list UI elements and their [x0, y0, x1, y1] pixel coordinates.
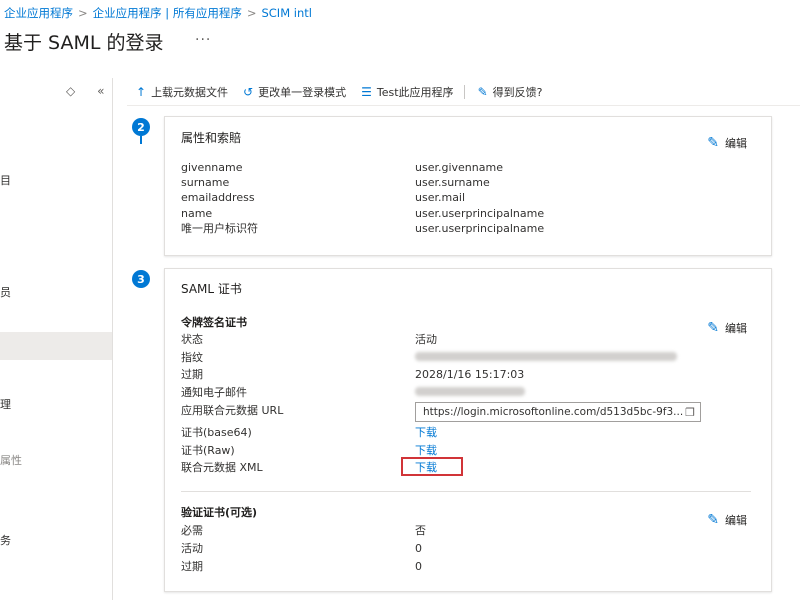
attribute-value: user.surname — [415, 175, 490, 189]
step-badge-2: 2 — [132, 118, 150, 136]
feedback-icon: ✎ — [477, 84, 488, 99]
change-sso-mode-button[interactable]: ↺ 更改单一登录模式 — [243, 84, 346, 100]
cert-expiry-row: 过期 2028/1/16 15:17:03 — [181, 366, 741, 382]
verify-cert-title: 验证证书(可选) — [181, 506, 258, 519]
breadcrumb-separator: > — [78, 6, 88, 20]
cert-thumbprint-row: 指纹 — [181, 349, 741, 365]
sidebar-divider — [112, 78, 113, 600]
attribute-name: emailaddress — [181, 190, 255, 204]
sidebar-collapse-icon[interactable]: « — [97, 84, 104, 98]
metadata-url-value: https://login.microsoftonline.com/d513d5… — [423, 406, 684, 418]
notify-email-redacted — [415, 386, 525, 399]
test-app-label: Test此应用程序 — [376, 85, 454, 99]
attribute-row: name user.userprincipalname — [181, 205, 741, 221]
verify-required-row: 必需 否 — [181, 522, 741, 538]
breadcrumb-app[interactable]: SCIM intl — [261, 6, 312, 20]
cert-raw-download-link[interactable]: 下载 — [415, 442, 437, 458]
highlight-box — [401, 457, 463, 476]
cert-expiry-label: 过期 — [181, 368, 203, 381]
verify-active-value: 0 — [415, 541, 422, 555]
step-connector — [140, 136, 142, 144]
edit-icon: ✎ — [707, 135, 719, 151]
attribute-row: givenname user.givenname — [181, 159, 741, 175]
notify-email-row: 通知电子邮件 — [181, 384, 741, 400]
verify-expired-value: 0 — [415, 559, 422, 573]
cert-raw-label: 证书(Raw) — [181, 444, 235, 457]
attribute-row: emailaddress user.mail — [181, 189, 741, 205]
metadata-url-field[interactable]: https://login.microsoftonline.com/d513d5… — [415, 402, 701, 422]
attribute-value: user.givenname — [415, 160, 503, 174]
signing-cert-title: 令牌签名证书 — [181, 316, 247, 329]
step-badge-3: 3 — [132, 270, 150, 288]
sidebar-item-3[interactable]: 属性 — [0, 452, 22, 468]
cert-status-label: 状态 — [181, 333, 203, 346]
section-divider — [181, 491, 751, 492]
verify-required-value: 否 — [415, 524, 426, 537]
upload-metadata-label: 上载元数据文件 — [151, 85, 229, 99]
attribute-value: user.userprincipalname — [415, 206, 545, 220]
verify-expired-row: 过期 0 — [181, 558, 741, 574]
attributes-claims-card: 属性和索賠 ✎ 编辑 givenname user.givenname surn… — [164, 116, 772, 256]
toolbar-divider — [463, 84, 465, 99]
sidebar-item-1[interactable]: 员 — [0, 284, 11, 300]
verify-expired-label: 过期 — [181, 560, 203, 573]
breadcrumb-enterprise-apps[interactable]: 企业应用程序 — [4, 6, 73, 20]
verify-active-label: 活动 — [181, 542, 203, 555]
feedback-button[interactable]: ✎ 得到反馈? — [478, 84, 543, 100]
metadata-url-label: 应用联合元数据 URL — [181, 404, 284, 417]
cert-raw-row: 证书(Raw) 下载 — [181, 442, 741, 458]
cert-base64-row: 证书(base64) 下载 — [181, 424, 741, 440]
sidebar-controls: ◇ « — [66, 84, 122, 98]
sidebar-item-0[interactable]: 目 — [0, 172, 11, 188]
feedback-label: 得到反馈? — [492, 85, 543, 99]
undo-icon: ↺ — [243, 84, 254, 99]
saml-certificate-title: SAML 证书 — [181, 282, 242, 296]
edit-label: 编辑 — [725, 137, 747, 150]
sidebar-item-selected[interactable] — [0, 332, 112, 360]
attribute-row: 唯一用户标识符 user.userprincipalname — [181, 220, 741, 236]
upload-icon: ↑ — [136, 84, 147, 99]
verify-active-row: 活动 0 — [181, 540, 741, 556]
cert-thumbprint-redacted — [415, 351, 677, 364]
copy-icon[interactable]: ❐ — [685, 406, 695, 419]
upload-metadata-button[interactable]: ↑ 上载元数据文件 — [136, 84, 228, 100]
breadcrumb-separator: > — [246, 6, 257, 20]
cert-thumbprint-label: 指纹 — [181, 351, 203, 364]
change-sso-mode-label: 更改单一登录模式 — [258, 85, 347, 99]
verify-required-label: 必需 — [181, 524, 203, 537]
attributes-edit-button[interactable]: ✎ 编辑 — [707, 135, 747, 151]
list-icon: ☰ — [361, 84, 372, 99]
attribute-name: givenname — [181, 160, 243, 174]
saml-certificate-card: SAML 证书 令牌签名证书 ✎ 编辑 状态 活动 指纹 过期 2028/1/1… — [164, 268, 772, 592]
cert-status-value: 活动 — [415, 333, 437, 346]
attributes-claims-title: 属性和索賠 — [181, 131, 242, 145]
breadcrumb-all-apps[interactable]: 企业应用程序 | 所有应用程序 — [93, 6, 242, 20]
cert-base64-download-link[interactable]: 下载 — [415, 424, 437, 440]
more-options-icon[interactable]: ··· — [195, 32, 211, 48]
attribute-name: surname — [181, 175, 230, 189]
command-toolbar: ↑ 上载元数据文件 ↺ 更改单一登录模式 ☰ Test此应用程序 ✎ 得到反馈? — [127, 78, 800, 106]
sidebar-item-4[interactable]: 务 — [0, 532, 11, 548]
attribute-name: name — [181, 206, 213, 220]
cert-status-row: 状态 活动 — [181, 331, 741, 347]
cert-base64-label: 证书(base64) — [181, 426, 252, 439]
test-app-button[interactable]: ☰ Test此应用程序 — [361, 84, 453, 100]
sidebar-expand-icon[interactable]: ◇ — [66, 84, 75, 98]
attribute-value: user.userprincipalname — [415, 221, 545, 235]
cert-expiry-value: 2028/1/16 15:17:03 — [415, 367, 525, 381]
attribute-value: user.mail — [415, 190, 466, 204]
attribute-row: surname user.surname — [181, 174, 741, 190]
sidebar-item-2[interactable]: 理 — [0, 396, 11, 412]
breadcrumb: 企业应用程序 > 企业应用程序 | 所有应用程序 > SCIM intl — [4, 5, 312, 21]
page-title: 基于 SAML 的登录 — [4, 32, 164, 54]
attribute-name: 唯一用户标识符 — [181, 222, 258, 235]
notify-email-label: 通知电子邮件 — [181, 386, 247, 399]
federation-xml-label: 联合元数据 XML — [181, 461, 263, 474]
